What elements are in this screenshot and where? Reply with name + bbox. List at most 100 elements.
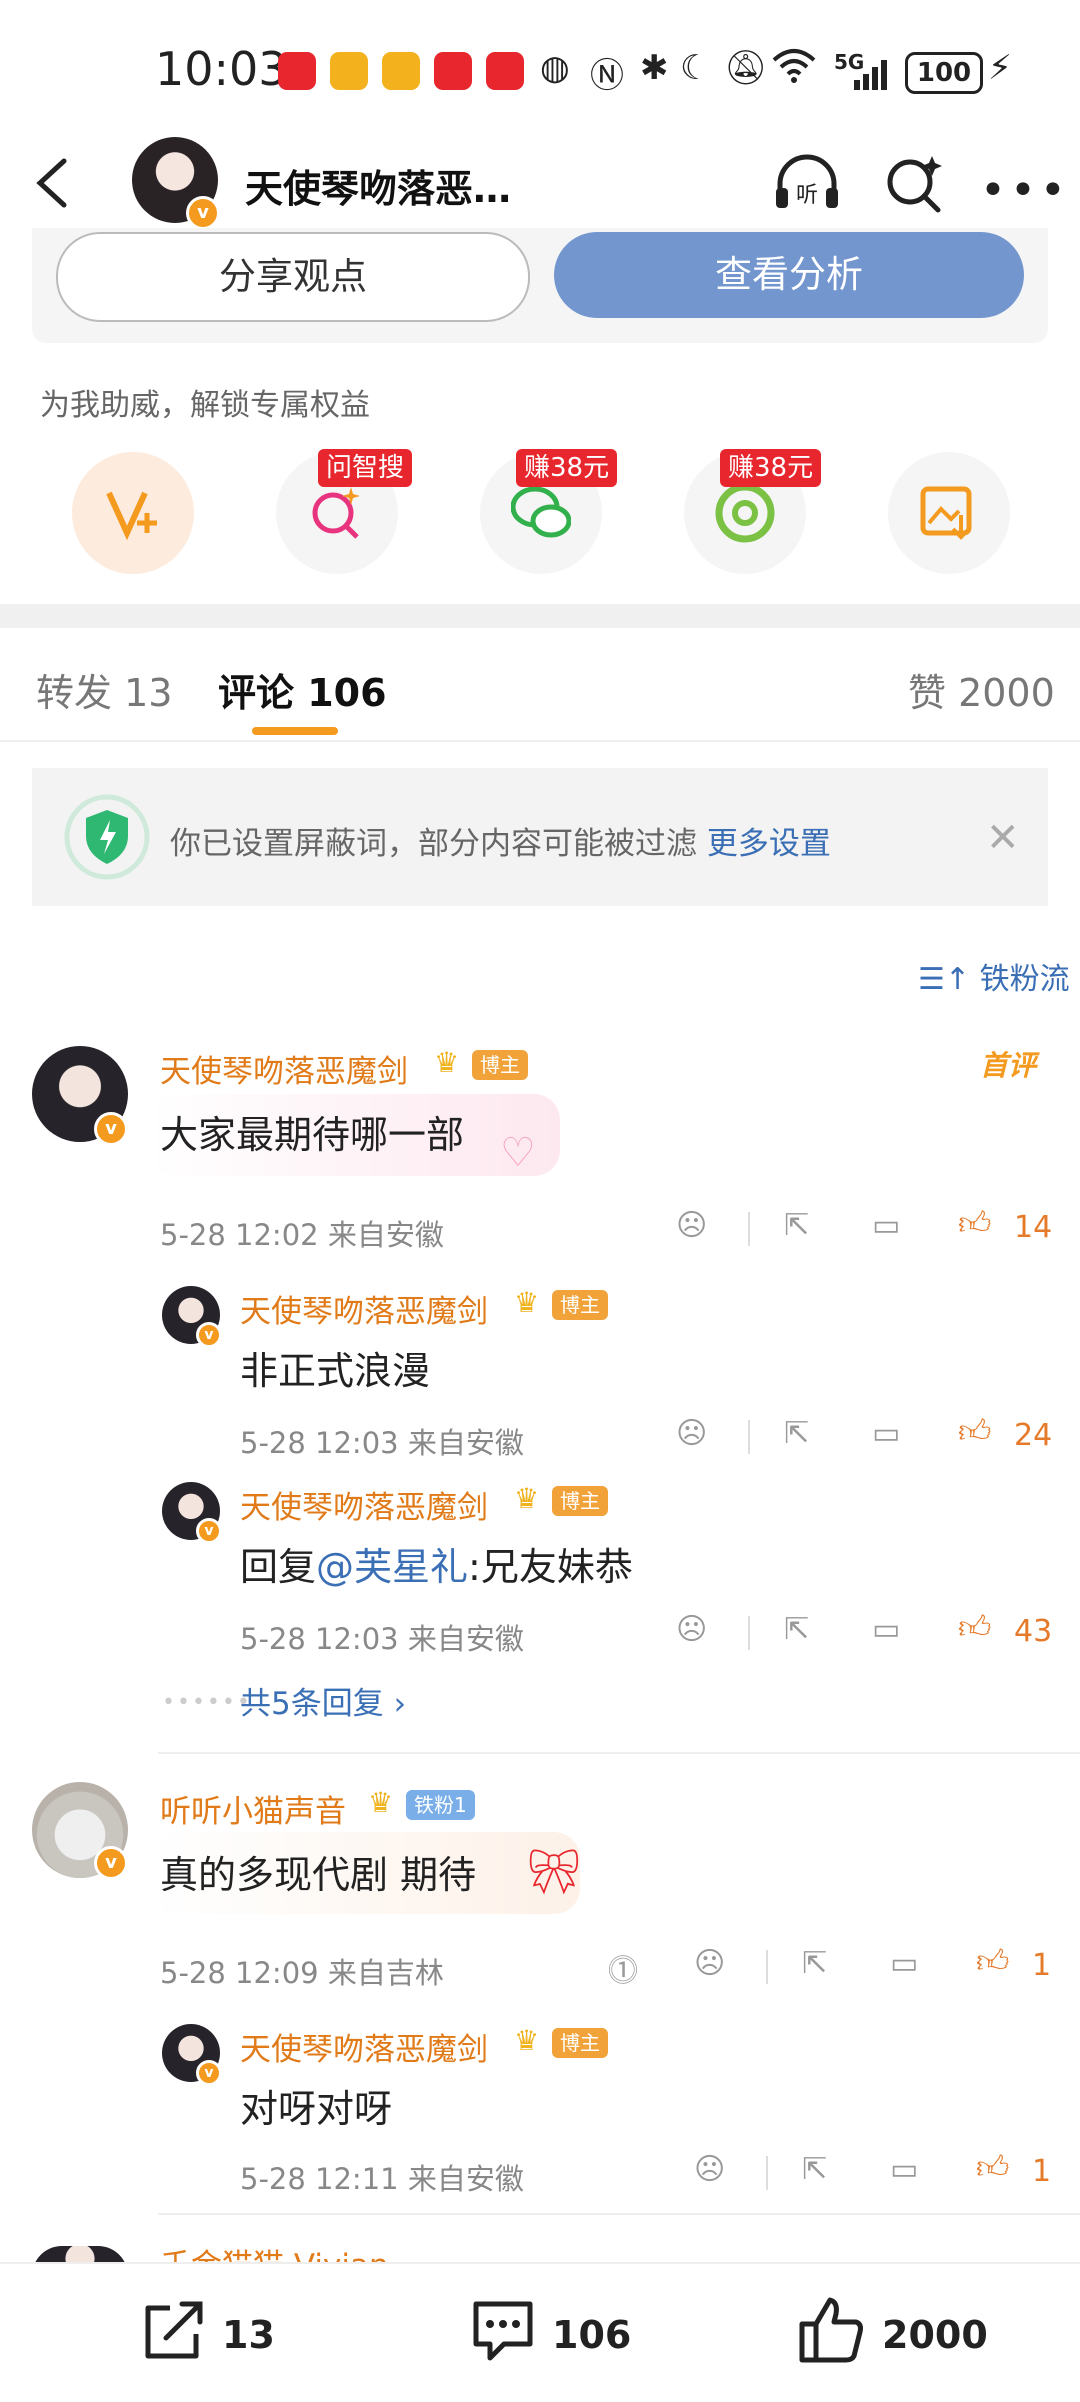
chevron-left-icon <box>36 158 67 208</box>
close-icon: ✕ <box>986 815 1020 861</box>
heart-decoration-icon: ♡ <box>500 1130 536 1176</box>
do-not-disturb-icon: ☾ <box>680 48 711 88</box>
reply-text: 对呀对呀 <box>240 2087 393 2131</box>
tab-like[interactable]: 赞 2000 <box>908 662 1055 717</box>
image-download-icon <box>920 486 972 540</box>
smart-search-button[interactable] <box>884 152 944 218</box>
reply-prefix: 回复 <box>240 1545 317 1589</box>
repost-icon[interactable]: ⇱ <box>784 1612 809 1647</box>
shield-icon <box>62 792 152 886</box>
sort-icon: ☰↑ <box>918 962 980 997</box>
comment-divider <box>158 1752 1080 1754</box>
section-divider <box>0 604 1080 628</box>
listen-button[interactable]: 听 <box>772 152 842 218</box>
like-count: 24 <box>1014 1418 1053 1453</box>
like-count: 14 <box>1014 1210 1053 1245</box>
more-replies-link[interactable]: 共5条回复 › <box>240 1678 406 1723</box>
blogger-badge: 博主 <box>552 2028 608 2058</box>
comment-button[interactable] <box>468 2298 538 2368</box>
crown-icon: ♛ <box>514 2024 540 2057</box>
vip-plus-icon <box>106 491 157 541</box>
weibo-app-icon <box>330 52 368 90</box>
tag-smart-search: 问智搜 <box>318 449 413 487</box>
blogger-badge: 博主 <box>552 1290 608 1320</box>
like-icon[interactable]: 👍︎ <box>958 1608 991 1647</box>
like-icon[interactable]: 👍︎ <box>976 1942 1009 1981</box>
wechat-icon <box>511 486 571 538</box>
tag-earn-1: 赚38元 <box>516 449 618 487</box>
bluetooth-icon: ✱ <box>640 48 669 88</box>
comment-username[interactable]: 天使琴吻落恶魔剑 <box>160 1046 408 1091</box>
repost-icon[interactable]: ⇱ <box>784 1208 809 1243</box>
comment-meta: 5-28 12:09 来自吉林 <box>160 1956 444 1990</box>
dislike-icon[interactable]: ☹ <box>676 1612 707 1647</box>
like-icon[interactable]: 👍︎ <box>976 2148 1009 2187</box>
vip-support-button[interactable] <box>72 452 194 574</box>
reply-text: 回复@芙星礼:兄友妹恭 <box>240 1536 633 1591</box>
comment-divider <box>158 2213 1080 2215</box>
reply-icon[interactable]: ▭ <box>890 1946 918 1981</box>
reply-icon[interactable]: ▭ <box>872 1208 900 1243</box>
reply-username[interactable]: 天使琴吻落恶魔剑 <box>240 1482 488 1527</box>
search-icon <box>887 156 942 213</box>
like-icon[interactable]: 👍︎ <box>958 1412 991 1451</box>
report-icon[interactable]: ⓵ <box>608 1946 638 1990</box>
verified-icon: v <box>94 1112 128 1146</box>
weibo-app-icon-2 <box>382 52 420 90</box>
separator <box>748 1616 750 1650</box>
reply-username[interactable]: 天使琴吻落恶魔剑 <box>240 1286 488 1331</box>
comment-username[interactable]: 听听小猫声音 <box>160 1786 346 1831</box>
like-count: 2000 <box>882 2313 988 2357</box>
dislike-icon[interactable]: ☹ <box>694 2152 725 2187</box>
chevron-right-icon: › <box>393 1686 406 1722</box>
save-image-support-button[interactable] <box>888 452 1010 574</box>
notice-text: 你已设置屏蔽词，部分内容可能被过滤 更多设置 <box>170 818 831 863</box>
sort-label: 铁粉流 <box>979 962 1070 997</box>
verified-icon: v <box>186 196 220 230</box>
huawei-app-icon <box>278 52 316 90</box>
dislike-icon[interactable]: ☹ <box>676 1208 707 1243</box>
first-comment-badge: 首评 <box>980 1049 1037 1082</box>
reply-username[interactable]: 天使琴吻落恶魔剑 <box>240 2024 488 2069</box>
blogger-badge: 博主 <box>472 1050 528 1080</box>
more-settings-link[interactable]: 更多设置 <box>707 826 831 862</box>
charging-icon: ⚡︎ <box>988 48 1012 88</box>
dislike-icon[interactable]: ☹ <box>694 1946 725 1981</box>
reply-icon[interactable]: ▭ <box>872 1416 900 1451</box>
comment-text: 大家最期待哪一部 <box>160 1113 465 1157</box>
repost-icon[interactable]: ⇱ <box>784 1416 809 1451</box>
like-icon[interactable]: 👍︎ <box>958 1204 991 1243</box>
reply-meta: 5-28 12:03 来自安徽 <box>240 1622 524 1656</box>
back-button[interactable] <box>32 155 72 211</box>
signal-icon <box>852 58 892 94</box>
crown-icon: ♛ <box>434 1046 460 1079</box>
like-count: 43 <box>1014 1614 1053 1649</box>
repost-icon[interactable]: ⇱ <box>802 2152 827 2187</box>
reply-icon[interactable]: ▭ <box>890 2152 918 2187</box>
mention-link[interactable]: @芙星礼 <box>316 1545 468 1589</box>
view-analysis-button[interactable]: 查看分析 <box>554 232 1024 318</box>
sort-toggle[interactable]: ☰↑ 铁粉流 <box>918 954 1070 998</box>
reply-icon[interactable]: ▭ <box>872 1612 900 1647</box>
tab-repost[interactable]: 转发 13 <box>36 662 172 717</box>
tab-comment[interactable]: 评论 106 <box>218 662 387 717</box>
accessibility-icon: ◍ <box>540 48 570 88</box>
comment-meta: 5-28 12:02 来自安徽 <box>160 1218 444 1252</box>
repost-icon[interactable]: ⇱ <box>802 1946 827 1981</box>
more-options-icon[interactable]: ••• <box>980 165 1070 216</box>
repost-icon <box>145 2301 203 2359</box>
reply-meta: 5-28 12:11 来自安徽 <box>240 2162 524 2196</box>
verified-icon: v <box>94 1846 128 1880</box>
kitty-decoration-icon: 🎀︎ <box>526 1847 582 1898</box>
comment-count: 106 <box>552 2313 632 2357</box>
comment-username[interactable]: 千金猫猫 Vivian <box>160 2240 389 2262</box>
separator <box>766 1950 768 1984</box>
support-caption: 为我助威，解锁专属权益 <box>40 388 370 423</box>
dislike-icon[interactable]: ☹ <box>676 1416 707 1451</box>
share-opinion-button[interactable]: 分享观点 <box>56 232 530 322</box>
repost-button[interactable] <box>140 2298 210 2368</box>
close-notice-button[interactable]: ✕ <box>986 815 1020 861</box>
like-button[interactable] <box>796 2296 866 2368</box>
verified-icon: v <box>196 1518 222 1544</box>
thumbs-up-icon <box>799 2297 863 2363</box>
